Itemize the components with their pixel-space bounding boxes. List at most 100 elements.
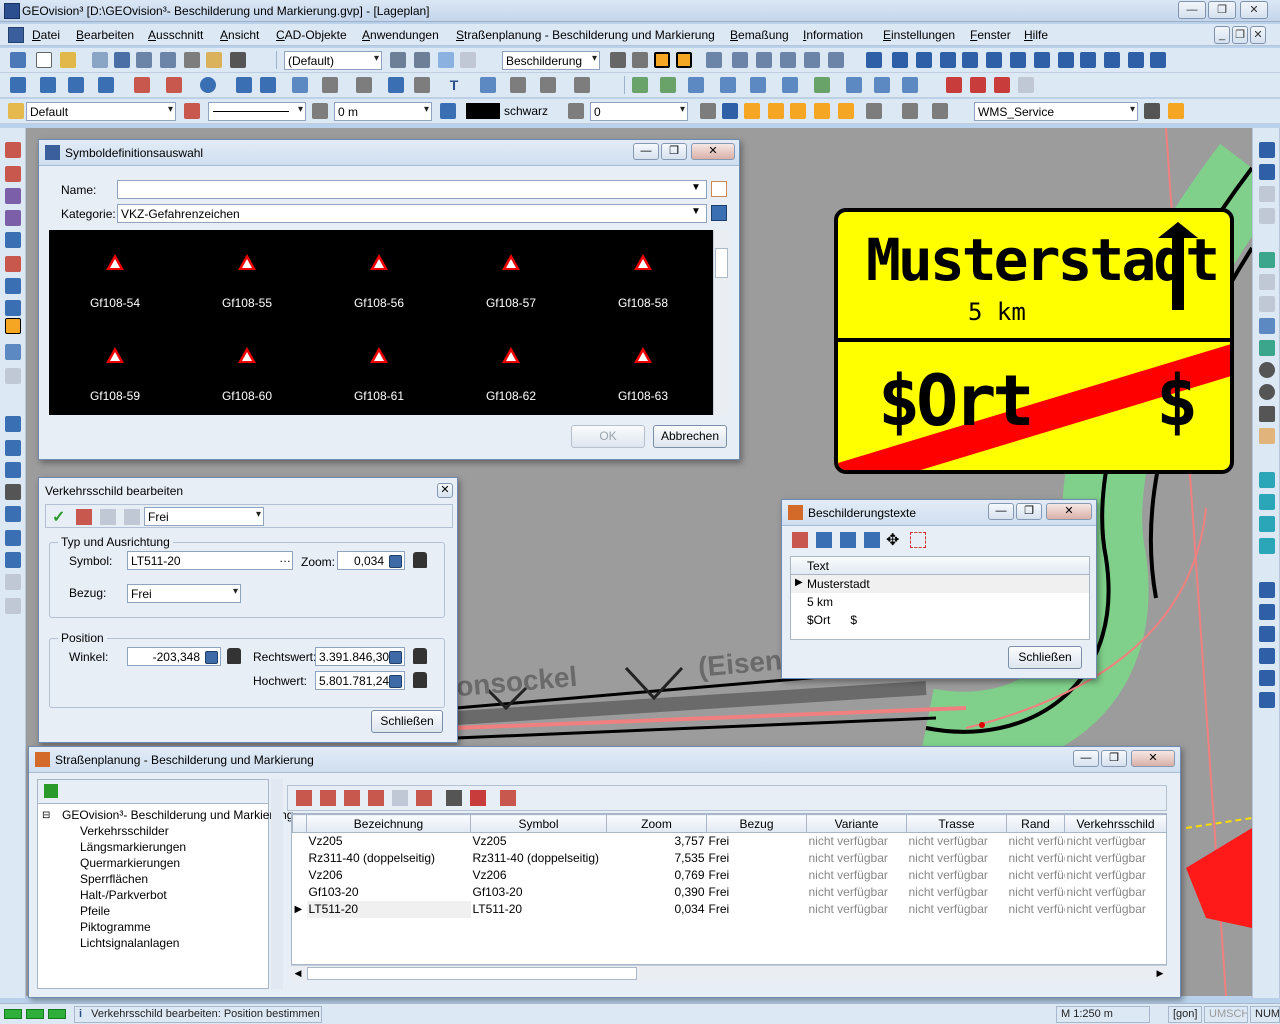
left-tool-10-icon[interactable]	[5, 344, 21, 360]
edit-i-icon[interactable]	[874, 77, 890, 93]
symbol-cell[interactable]: Gf108-62	[461, 333, 561, 403]
info-10-icon[interactable]	[1080, 52, 1096, 68]
right-tool-23-icon[interactable]	[1259, 692, 1275, 708]
symbol-browse-button[interactable]: …	[277, 551, 293, 570]
mdi-minimize-button[interactable]: _	[1214, 26, 1230, 44]
draw-area-icon[interactable]	[134, 77, 150, 93]
col-variante[interactable]: Variante	[806, 814, 907, 833]
menu-datei[interactable]: Datei	[32, 28, 60, 42]
left-tool-3-icon[interactable]	[5, 188, 21, 204]
menu-anwendungen[interactable]: Anwendungen	[362, 28, 439, 42]
left-tool-14-icon[interactable]	[5, 462, 21, 478]
edit-mode-combo[interactable]: Frei	[144, 507, 264, 526]
image-icon[interactable]	[510, 77, 526, 93]
frame-orange-icon[interactable]	[654, 52, 670, 68]
right-tool-21-icon[interactable]	[1259, 648, 1275, 664]
right-tool-2-icon[interactable]	[1259, 164, 1275, 180]
pan-hand-icon[interactable]	[1259, 428, 1275, 444]
left-tool-6-icon[interactable]	[5, 256, 21, 272]
edit-f-icon[interactable]	[782, 77, 798, 93]
view-b-icon[interactable]	[902, 103, 918, 119]
view-c-icon[interactable]	[932, 103, 948, 119]
select-rect-icon[interactable]	[910, 532, 926, 548]
draw-ellipse-icon[interactable]	[236, 77, 252, 93]
planning-dialog-close-button[interactable]: ✕	[1131, 750, 1175, 767]
right-tool-20-icon[interactable]	[1259, 626, 1275, 642]
edit-e-icon[interactable]	[750, 77, 766, 93]
left-tool-15-icon[interactable]	[5, 484, 21, 500]
text-row[interactable]: ▶ Musterstadt	[791, 575, 1089, 593]
menu-fenster[interactable]: Fenster	[970, 28, 1011, 42]
table-hscrollbar[interactable]: ◀ ▶	[291, 965, 1167, 981]
filter-edit-icon[interactable]	[344, 790, 360, 806]
menu-bearbeiten[interactable]: Bearbeiten	[76, 28, 134, 42]
mdi-close-button[interactable]: ✕	[1250, 26, 1266, 44]
name-pick-icon[interactable]	[711, 181, 727, 197]
draw-curve-icon[interactable]	[68, 77, 84, 93]
info-7-icon[interactable]	[1010, 52, 1026, 68]
texts-column-header[interactable]: Text	[807, 559, 829, 573]
linetype-combo[interactable]	[208, 102, 306, 121]
bezug-combo[interactable]: Frei	[127, 584, 241, 603]
wms-settings-icon[interactable]	[1144, 103, 1160, 119]
draw-rect-icon[interactable]	[166, 77, 182, 93]
text-edit-icon[interactable]	[840, 532, 856, 548]
text-row[interactable]: $Ort $	[791, 611, 1089, 629]
info-4-icon[interactable]	[940, 52, 956, 68]
draw-polyline-icon[interactable]	[40, 77, 56, 93]
tree-item-halt-parkverbot[interactable]: Halt-/Parkverbot	[80, 888, 167, 902]
right-tool-15-icon[interactable]	[1259, 494, 1275, 510]
col-bezeichnung[interactable]: Bezeichnung	[306, 814, 471, 833]
copy-icon[interactable]	[160, 52, 176, 68]
hscroll-thumb[interactable]	[307, 967, 637, 980]
tool-b-icon[interactable]	[732, 52, 748, 68]
sign-e-icon[interactable]	[814, 103, 830, 119]
splitter[interactable]	[271, 779, 283, 989]
height-icon[interactable]	[312, 103, 328, 119]
draw-arc-icon[interactable]	[98, 77, 114, 93]
right-tool-22-icon[interactable]	[1259, 670, 1275, 686]
traffic-sign[interactable]: Musterstadt 5 km $Ort $	[834, 208, 1234, 474]
snap-icon[interactable]	[292, 77, 308, 93]
edit-dialog-close-button[interactable]: ✕	[437, 483, 453, 498]
color-icon[interactable]	[440, 103, 456, 119]
symbol-cell[interactable]: Gf108-63	[593, 333, 693, 403]
scroll-right-icon[interactable]: ▶	[1153, 966, 1167, 981]
symbol-cell[interactable]: Gf108-55	[197, 240, 297, 310]
texts-dialog-minimize-button[interactable]: —	[988, 503, 1014, 520]
mdi-restore-button[interactable]: ❐	[1232, 26, 1248, 44]
edit-dialog-close-btn[interactable]: Schließen	[371, 710, 443, 733]
cancel-button[interactable]: Abbrechen	[653, 425, 727, 448]
rechtswert-calc-icon[interactable]	[389, 651, 402, 664]
col-symbol[interactable]: Symbol	[470, 814, 607, 833]
rechtswert-lock-icon[interactable]	[413, 648, 427, 664]
tree-item-piktogramme[interactable]: Piktogramme	[80, 920, 151, 934]
delete-a-icon[interactable]	[946, 77, 962, 93]
symbol-input[interactable]: LT511-20	[127, 551, 293, 570]
save-icon[interactable]	[114, 52, 130, 68]
delete-b-icon[interactable]	[970, 77, 986, 93]
tree-collapse-icon[interactable]: ⊟	[42, 810, 50, 821]
menu-information[interactable]: Information	[803, 28, 863, 42]
left-tool-1-icon[interactable]	[5, 142, 21, 158]
angle-pick-icon[interactable]	[700, 103, 716, 119]
layer-lock-icon[interactable]	[184, 103, 200, 119]
draw-point-icon[interactable]	[260, 77, 276, 93]
zoom-lock-icon[interactable]	[413, 552, 427, 568]
edit-dialog-titlebar[interactable]: Verkehrsschild bearbeiten ✕	[39, 478, 457, 504]
tool-f-icon[interactable]	[828, 52, 844, 68]
edit-g-icon[interactable]	[814, 77, 830, 93]
sign-f-icon[interactable]	[838, 103, 854, 119]
symbol-cell[interactable]: Gf108-61	[329, 333, 429, 403]
find-icon[interactable]	[92, 52, 108, 68]
tree-item-lichtsignalanlagen[interactable]: Lichtsignalanlagen	[80, 936, 179, 950]
table-row[interactable]: Vz205 Vz205 3,757 Frei nicht verfügbar n…	[293, 833, 1167, 850]
info-5-icon[interactable]	[962, 52, 978, 68]
wms-service-combo[interactable]: WMS_Service	[974, 102, 1138, 121]
move-icon[interactable]: ✥	[886, 530, 899, 550]
left-tool-12-icon[interactable]	[5, 416, 21, 432]
cut-icon[interactable]	[184, 52, 200, 68]
edit-c-icon[interactable]	[688, 77, 704, 93]
menu-ausschnitt[interactable]: Ausschnitt	[148, 28, 203, 42]
filter-add-icon[interactable]	[296, 790, 312, 806]
